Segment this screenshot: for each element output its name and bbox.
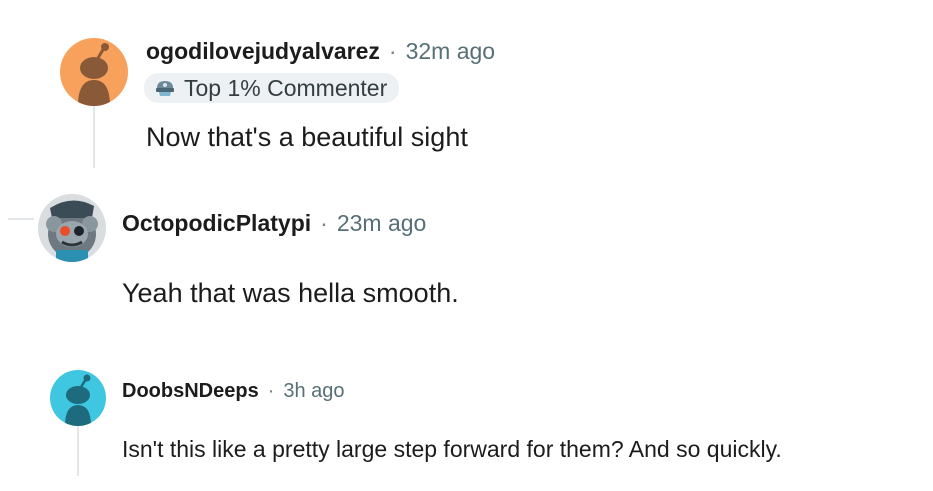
comment-body: Yeah that was hella smooth. [122,278,459,308]
comment-thread: ogodilovejudyalvarez · 32m ago Top 1% Co… [0,0,933,491]
top-commenter-badge[interactable]: Top 1% Commenter [144,73,400,103]
username[interactable]: OctopodicPlatypi [122,210,311,237]
timestamp[interactable]: 23m ago [337,210,427,237]
comment-body: Now that's a beautiful sight [146,122,468,152]
username[interactable]: DoobsNDeeps [122,380,259,403]
username[interactable]: ogodilovejudyalvarez [146,38,380,65]
timestamp[interactable]: 3h ago [283,380,344,403]
comment-meta: ogodilovejudyalvarez · 32m ago [146,36,495,66]
avatar[interactable] [50,370,106,426]
meta-separator: · [388,37,397,64]
badge-label: Top 1% Commenter [184,74,388,101]
snoo-avatar-icon [60,38,128,106]
avatar[interactable] [60,38,128,106]
snoo-avatar-icon [50,370,106,426]
avatar[interactable] [38,194,106,262]
custom-avatar-icon [38,194,106,262]
thread-line[interactable] [77,424,79,476]
top-commenter-icon [156,81,174,96]
meta-separator: · [320,209,328,236]
thread-connector [8,186,34,220]
comment-meta: OctopodicPlatypi · 23m ago [122,208,426,238]
meta-separator: · [267,379,275,402]
comment-body: Isn't this like a pretty large step forw… [122,436,782,462]
timestamp[interactable]: 32m ago [406,38,496,65]
thread-line[interactable] [93,104,95,168]
comment-meta: DoobsNDeeps · 3h ago [122,378,345,404]
